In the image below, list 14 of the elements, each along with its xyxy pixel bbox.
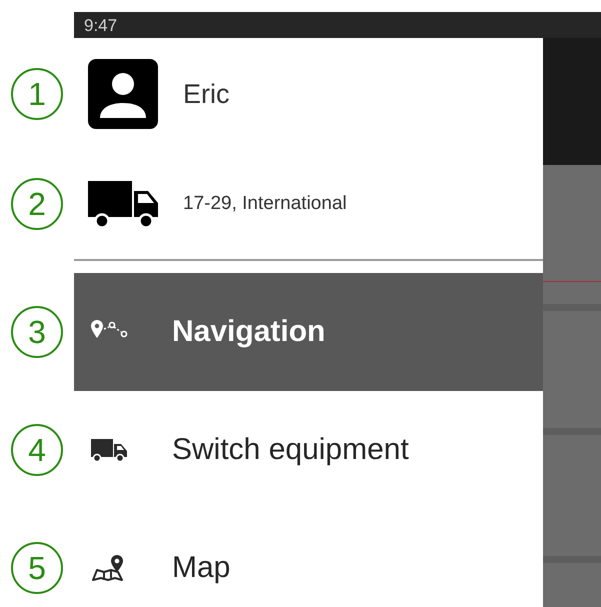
menu-item[interactable]: Navigation (74, 273, 543, 391)
menu-item[interactable]: Map (74, 509, 543, 607)
equipment-label: 17-29, International (183, 193, 347, 215)
status-time: 9:47 (84, 16, 118, 34)
callout-number: 2 (11, 178, 63, 230)
user-name: Eric (183, 78, 230, 110)
callout-number: 3 (11, 306, 63, 358)
truck-icon (90, 436, 128, 464)
callout-number: 4 (11, 424, 63, 476)
callout-number: 5 (11, 542, 63, 594)
truck-icon (88, 179, 158, 229)
person-avatar-icon (88, 59, 158, 129)
menu-item[interactable]: Switch equipment (74, 391, 543, 509)
callout-number: 1 (11, 68, 63, 120)
